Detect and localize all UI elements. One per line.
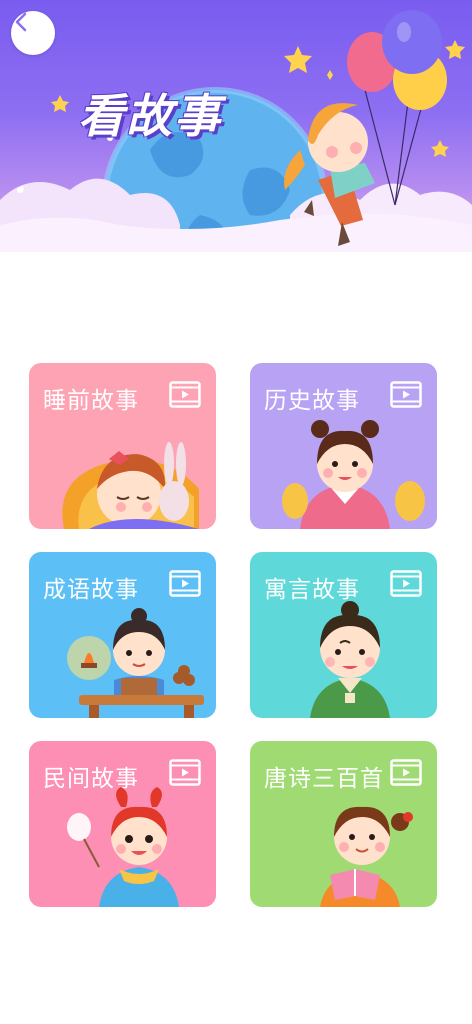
video-icon	[390, 381, 422, 408]
video-icon	[390, 759, 422, 786]
category-card-tang-poems[interactable]: 唐诗三百首	[250, 741, 437, 907]
sleeping-child-illustration	[62, 442, 200, 529]
banner-illustration	[0, 10, 472, 252]
category-card-history-stories[interactable]: 历史故事	[250, 363, 437, 529]
category-card-idiom-stories[interactable]: 成语故事	[29, 552, 216, 718]
folk-child-illustration	[67, 787, 179, 907]
header-banner: 看故事	[0, 0, 472, 252]
page-title: 看故事	[78, 89, 222, 143]
video-icon	[169, 570, 201, 597]
fable-child-illustration	[310, 601, 390, 718]
chevron-left-icon	[15, 12, 27, 32]
category-card-fable-stories[interactable]: 寓言故事	[250, 552, 437, 718]
video-icon	[169, 759, 201, 786]
video-icon	[390, 570, 422, 597]
idiom-scholar-illustration	[67, 608, 204, 718]
poem-reader-illustration	[320, 806, 413, 907]
back-button[interactable]	[11, 11, 55, 55]
category-card-folk-stories[interactable]: 民间故事	[29, 741, 216, 907]
video-icon	[169, 381, 201, 408]
history-child-illustration	[282, 420, 425, 529]
category-card-bedtime-stories[interactable]: 睡前故事	[29, 363, 216, 529]
